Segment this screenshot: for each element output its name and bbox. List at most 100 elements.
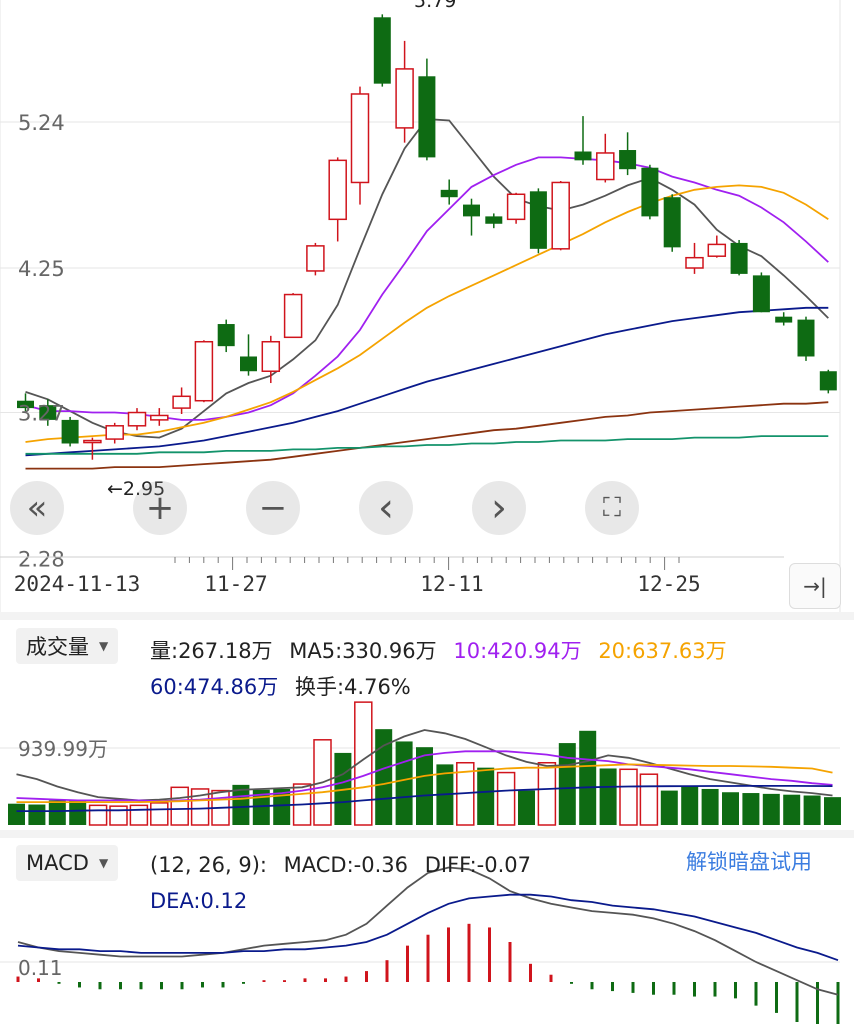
volume-bar bbox=[109, 805, 128, 826]
jump-to-end-icon[interactable]: →| bbox=[789, 563, 841, 609]
volume-bar bbox=[762, 793, 780, 825]
volume-indicator-label: 成交量 bbox=[26, 635, 89, 659]
candle-body bbox=[485, 216, 503, 224]
next-icon[interactable]: › bbox=[472, 481, 526, 535]
volume-stat-ma10: 10:420.94万 bbox=[453, 639, 582, 663]
macd-grid: 0.11 bbox=[0, 956, 840, 980]
zoom-out-icon[interactable]: − bbox=[246, 481, 300, 535]
dea-value: DEA:0.12 bbox=[150, 889, 248, 913]
volume-bar bbox=[742, 793, 760, 825]
candle-body bbox=[440, 189, 458, 198]
volume-bar bbox=[681, 786, 699, 825]
diff-value: DIFF:-0.07 bbox=[424, 853, 532, 877]
macd-y-tick-label: 0.11 bbox=[18, 956, 63, 980]
panel-divider bbox=[0, 612, 854, 620]
candle-body bbox=[596, 152, 615, 181]
volume-y-tick-label: 939.99万 bbox=[18, 737, 108, 761]
candle-body bbox=[150, 414, 169, 421]
prev-icon[interactable]: ‹ bbox=[359, 481, 413, 535]
candle-body bbox=[217, 324, 235, 347]
candle-body bbox=[574, 151, 592, 161]
candle-body bbox=[328, 159, 347, 221]
candle-body bbox=[463, 204, 480, 217]
candle-body bbox=[529, 191, 547, 249]
macd-indicator-label: MACD bbox=[26, 851, 89, 875]
price-ma10-line bbox=[25, 156, 829, 421]
candle-body bbox=[261, 340, 281, 372]
candle-body bbox=[240, 356, 257, 372]
candle-body bbox=[775, 316, 793, 323]
volume-indicator-dropdown[interactable]: 成交量 ▼ bbox=[16, 628, 119, 664]
volume-bar bbox=[518, 790, 535, 825]
volume-bar bbox=[783, 794, 801, 825]
panel-divider bbox=[0, 830, 854, 838]
macd-params: (12, 26, 9): bbox=[150, 853, 267, 877]
volume-stats-line-1: 量:267.18万 MA5:330.96万 10:420.94万 20:637.… bbox=[150, 635, 727, 665]
price-y-tick-label: 3.27 bbox=[18, 402, 65, 426]
unlock-dark-pool-link[interactable]: 解锁暗盘试用 bbox=[686, 846, 812, 876]
volume-bar bbox=[88, 804, 108, 826]
volume-bar bbox=[496, 771, 516, 826]
candle-body bbox=[797, 319, 815, 357]
candle-body bbox=[730, 242, 748, 274]
candle-body bbox=[752, 275, 770, 313]
volume-bar bbox=[48, 800, 66, 825]
volume-bar bbox=[803, 795, 821, 825]
price-x-tick-label: 11-27 bbox=[204, 572, 267, 596]
candle-body bbox=[395, 68, 414, 129]
volume-bar bbox=[69, 800, 87, 825]
candle-body bbox=[127, 411, 147, 427]
volume-bar bbox=[129, 804, 149, 826]
volume-bar bbox=[537, 761, 557, 826]
candle-body bbox=[83, 439, 102, 444]
price-candles bbox=[17, 14, 837, 460]
volume-bar bbox=[28, 804, 46, 825]
volume-bar bbox=[824, 797, 841, 825]
price-ma5-line bbox=[25, 118, 829, 439]
volume-bar bbox=[639, 773, 659, 826]
macd-value: MACD:-0.36 bbox=[283, 853, 409, 877]
macd-indicator-dropdown[interactable]: MACD ▼ bbox=[16, 845, 119, 881]
zoom-in-icon[interactable]: + bbox=[133, 481, 187, 535]
volume-bar bbox=[619, 768, 638, 826]
candle-body bbox=[707, 243, 727, 257]
price-ma20-line bbox=[25, 184, 829, 443]
max-price-label: 5.79 bbox=[414, 0, 457, 12]
volume-bar bbox=[477, 767, 495, 825]
volume-bar bbox=[558, 743, 576, 825]
volume-stat: 量:267.18万 bbox=[150, 639, 273, 663]
candle-body bbox=[506, 193, 526, 221]
volume-bar bbox=[722, 792, 739, 825]
macd-histogram bbox=[16, 923, 840, 1024]
volume-stats-line-2: 60:474.86万 换手:4.76% bbox=[150, 671, 411, 701]
candle-body bbox=[350, 93, 370, 184]
chevron-down-icon: ▼ bbox=[98, 856, 109, 870]
fullscreen-icon[interactable]: ⛶ bbox=[585, 481, 639, 535]
volume-bar bbox=[416, 747, 433, 825]
candle-body bbox=[194, 340, 214, 402]
candle-body bbox=[283, 293, 303, 339]
candle-body bbox=[663, 197, 681, 248]
volume-bar bbox=[395, 741, 413, 825]
rewind-icon[interactable]: « bbox=[10, 481, 64, 535]
turnover-stat: 换手:4.76% bbox=[294, 675, 411, 699]
price-y-tick-label: 4.25 bbox=[18, 257, 65, 281]
chevron-down-icon: ▼ bbox=[99, 639, 109, 653]
candle-body bbox=[172, 395, 191, 409]
volume-bar bbox=[170, 786, 189, 826]
price-x-tick-label: 12-11 bbox=[420, 572, 483, 596]
price-x-tick-label: 12-25 bbox=[637, 572, 700, 596]
volume-stat-ma5: MA5:330.96万 bbox=[289, 639, 437, 663]
volume-bars bbox=[8, 701, 841, 826]
candle-body bbox=[641, 167, 659, 217]
candle-body bbox=[105, 425, 124, 440]
macd-stats-line-1: (12, 26, 9): MACD:-0.36 DIFF:-0.07 bbox=[150, 853, 531, 877]
candle-body bbox=[373, 17, 391, 84]
price-y-tick-label: 5.24 bbox=[18, 111, 65, 135]
volume-bar bbox=[599, 768, 617, 825]
volume-bar bbox=[150, 802, 169, 826]
volume-bar bbox=[579, 730, 597, 825]
price-y-tick-label: 2.28 bbox=[18, 548, 65, 572]
volume-bar bbox=[660, 790, 678, 825]
candle-body bbox=[685, 256, 704, 269]
